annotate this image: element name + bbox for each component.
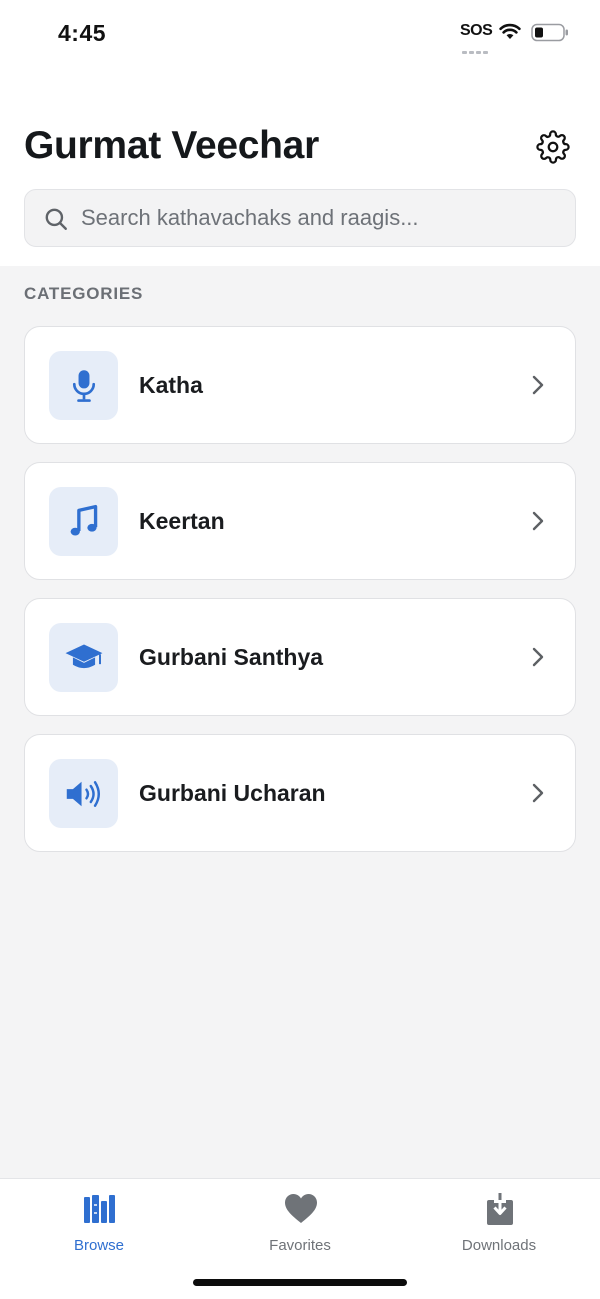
chevron-right-icon xyxy=(532,783,544,803)
sos-indicator: SOS xyxy=(460,22,493,39)
library-books-icon xyxy=(84,1195,115,1223)
speaker-volume-icon xyxy=(66,780,100,807)
category-card-gurbani-ucharan[interactable]: Gurbani Ucharan xyxy=(24,734,576,852)
download-icon xyxy=(487,1193,513,1225)
tab-label: Downloads xyxy=(461,1237,537,1254)
category-label: Katha xyxy=(139,372,203,398)
status-bar: 4:45 SOS xyxy=(0,0,600,66)
microphone-icon xyxy=(72,369,95,402)
tab-favorites[interactable]: Favorites xyxy=(235,1189,365,1259)
chevron-right-icon xyxy=(532,375,544,395)
category-icon-tile xyxy=(49,351,118,420)
category-label: Gurbani Santhya xyxy=(139,644,324,670)
search-input[interactable] xyxy=(81,190,561,246)
gear-icon xyxy=(536,130,570,164)
category-icon-tile xyxy=(49,759,118,828)
status-time: 4:45 xyxy=(58,20,107,46)
category-card-katha[interactable]: Katha xyxy=(24,326,576,444)
category-icon-tile xyxy=(49,487,118,556)
category-card-keertan[interactable]: Keertan xyxy=(24,462,576,580)
tab-downloads[interactable]: Downloads xyxy=(434,1189,564,1259)
category-card-gurbani-santhya[interactable]: Gurbani Santhya xyxy=(24,598,576,716)
header-area: 4:45 SOS Gurmat Veechar xyxy=(0,0,600,266)
tab-browse[interactable]: Browse xyxy=(34,1189,164,1259)
search-icon xyxy=(45,208,67,230)
settings-button[interactable] xyxy=(530,124,576,170)
search-bar[interactable] xyxy=(24,189,576,247)
category-label: Keertan xyxy=(139,508,225,534)
page-title: Gurmat Veechar xyxy=(24,124,319,167)
chevron-right-icon xyxy=(532,647,544,667)
wifi-icon xyxy=(499,23,521,39)
graduation-cap-icon xyxy=(65,643,102,668)
tab-label: Favorites xyxy=(269,1237,331,1254)
tab-label: Browse xyxy=(73,1237,125,1254)
signal-dots xyxy=(462,41,490,54)
chevron-right-icon xyxy=(532,511,544,531)
heart-icon xyxy=(285,1194,317,1223)
categories-heading: CATEGORIES xyxy=(24,284,144,303)
battery-icon xyxy=(531,23,568,42)
home-indicator xyxy=(193,1279,407,1286)
category-label: Gurbani Ucharan xyxy=(139,780,326,806)
category-icon-tile xyxy=(49,623,118,692)
music-note-icon xyxy=(70,504,97,535)
